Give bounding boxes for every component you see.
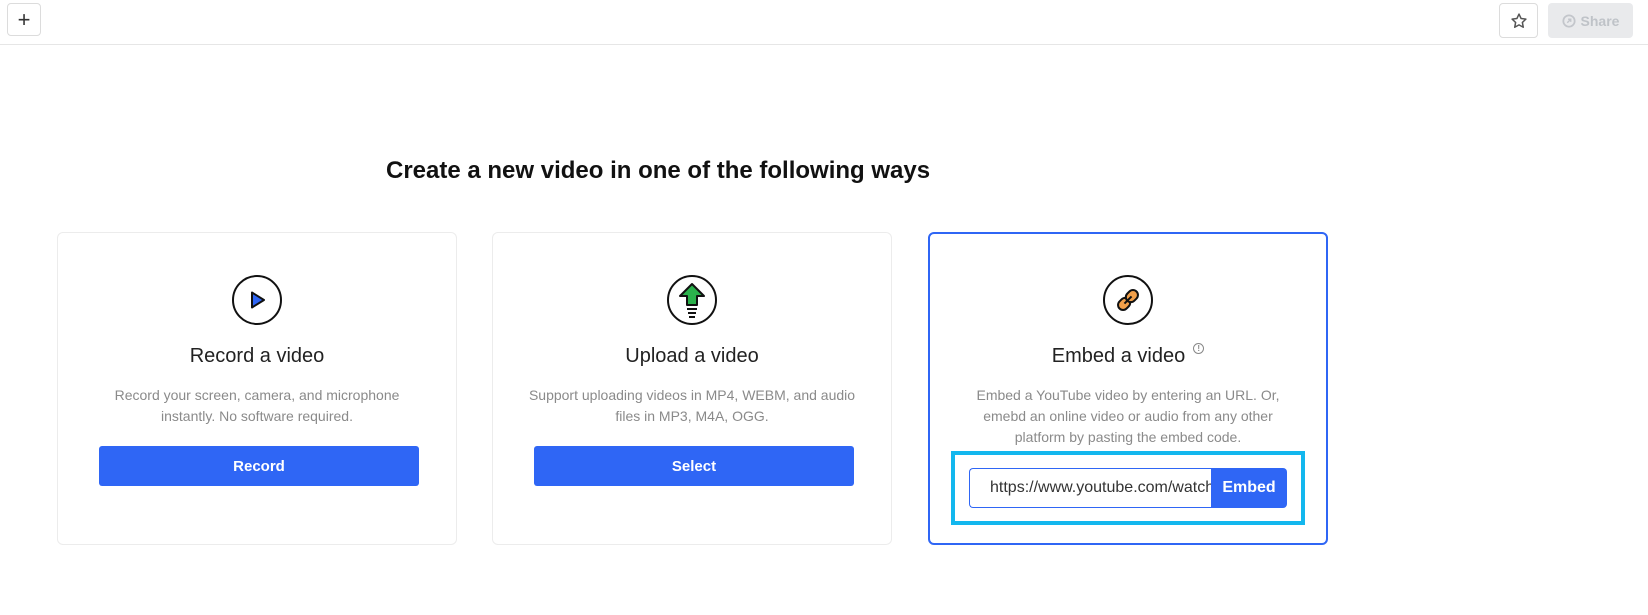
upload-title: Upload a video (625, 345, 759, 367)
upload-arrow-icon (679, 283, 705, 318)
upload-description: Support uploading videos in MP4, WEBM, a… (528, 387, 856, 424)
embed-title: Embed a video (1051, 345, 1186, 367)
record-icon-circle (232, 275, 282, 325)
share-icon (1561, 13, 1576, 28)
embed-video-card: Embed a video! Embed a YouTube video by … (928, 232, 1328, 545)
info-icon[interactable]: ! (1193, 343, 1205, 354)
embed-description: Embed a YouTube video by entering an URL… (976, 387, 1280, 445)
plus-icon: + (17, 6, 31, 32)
play-icon (251, 291, 265, 309)
add-button[interactable]: + (7, 3, 41, 36)
upload-video-card: Upload a video Support uploading videos … (492, 232, 892, 545)
embed-button[interactable]: Embed (1211, 468, 1287, 508)
share-label: Share (1580, 12, 1620, 29)
favorite-button[interactable] (1499, 3, 1538, 38)
star-icon (1510, 12, 1527, 28)
link-icon (1117, 289, 1139, 311)
embed-input-group: Embed (969, 468, 1287, 508)
upload-icon-circle (667, 275, 717, 325)
record-description: Record your screen, camera, and micropho… (114, 387, 400, 424)
embed-title-row: Embed a video! (930, 343, 1326, 368)
share-button[interactable]: Share (1548, 3, 1633, 38)
record-title: Record a video (189, 345, 325, 367)
select-button[interactable]: Select (534, 446, 854, 486)
page-title: Create a new video in one of the followi… (386, 157, 931, 184)
embed-url-input[interactable] (969, 468, 1211, 508)
record-button[interactable]: Record (99, 446, 419, 486)
record-video-card: Record a video Record your screen, camer… (57, 232, 457, 545)
top-bar: + Share (0, 0, 1648, 45)
embed-icon-circle (1103, 275, 1153, 325)
